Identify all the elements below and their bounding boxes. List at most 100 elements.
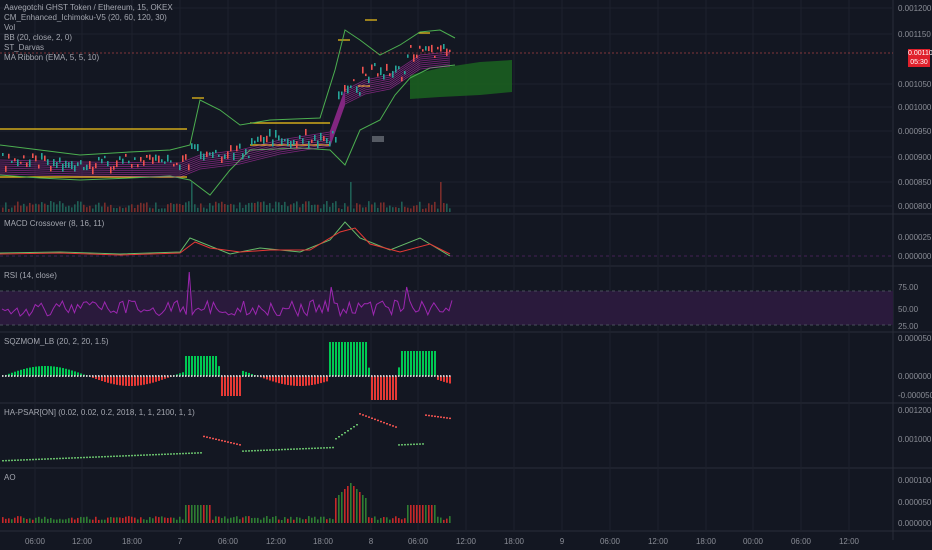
candle xyxy=(173,163,175,167)
indicator-bollinger[interactable]: BB (20, close, 2, 0) xyxy=(4,33,173,43)
rsi-legend[interactable]: RSI (14, close) xyxy=(4,271,57,281)
psar-dot xyxy=(350,428,352,430)
candle xyxy=(413,54,415,62)
chart-canvas[interactable]: 06:00 12:00 18:00 7 06:00 12:00 18:00 8 06:00 12:… xyxy=(0,0,932,550)
ao-bar xyxy=(143,519,145,523)
psar-dot xyxy=(305,447,307,450)
squeeze-bar xyxy=(131,376,133,386)
indicator-ma-ribbon[interactable]: MA Ribbon (EMA, 5, 5, 10) xyxy=(4,53,173,63)
ao-bar xyxy=(341,492,343,523)
squeeze-dot xyxy=(329,375,331,377)
macd-legend[interactable]: MACD Crossover (8, 16, 11) xyxy=(4,219,104,229)
squeeze-bar xyxy=(395,376,397,400)
squeeze-bar xyxy=(365,342,367,376)
psar-dot xyxy=(212,437,214,440)
time-axis-label: 12:00 xyxy=(456,537,477,546)
volume-bar xyxy=(194,204,196,212)
psar-dot xyxy=(365,415,367,417)
volume-bar xyxy=(11,207,13,212)
volume-bar xyxy=(35,203,37,212)
indicator-volume[interactable]: Vol xyxy=(4,23,173,33)
volume-bar xyxy=(71,207,73,212)
candle xyxy=(104,155,106,159)
ao-bar xyxy=(38,516,40,523)
time-axis-label: 18:00 xyxy=(504,537,525,546)
ao-bar xyxy=(131,516,133,523)
ao-bar xyxy=(284,517,286,523)
squeeze-bar xyxy=(347,342,349,376)
volume-bar xyxy=(425,208,427,212)
volume-bar xyxy=(107,206,109,212)
volume-bar xyxy=(311,204,313,212)
psar-dot xyxy=(116,455,118,457)
rsi-pane[interactable] xyxy=(0,271,893,326)
volume-bar xyxy=(251,202,253,212)
ao-legend[interactable]: AO xyxy=(4,473,16,483)
candle xyxy=(98,156,100,161)
psar-dot xyxy=(266,449,268,451)
ao-bar xyxy=(380,518,382,523)
macd-pane[interactable] xyxy=(0,221,893,257)
squeeze-bar xyxy=(128,376,130,386)
squeeze-dot xyxy=(260,375,262,377)
psar-dot xyxy=(341,434,343,436)
volume-bar xyxy=(353,208,355,212)
ha-psar-pane[interactable] xyxy=(2,413,451,462)
squeeze-dot xyxy=(293,375,295,377)
squeeze-bar xyxy=(119,376,121,386)
ao-bar xyxy=(137,519,139,523)
psar-dot xyxy=(119,455,121,457)
squeeze-dot xyxy=(107,375,109,377)
volume-bar xyxy=(335,201,337,212)
ao-bar xyxy=(320,516,322,523)
candle xyxy=(365,73,367,77)
psar-dot xyxy=(398,444,400,446)
volume-bar xyxy=(29,202,31,212)
volume-bar xyxy=(65,206,67,212)
squeeze-dot xyxy=(212,375,214,377)
ao-bar xyxy=(374,516,376,523)
psar-dot xyxy=(158,453,160,456)
psar-dot xyxy=(329,446,331,449)
awesome-oscillator-pane[interactable] xyxy=(2,483,451,523)
candle xyxy=(203,153,205,161)
ao-bar xyxy=(254,517,256,523)
indicator-darvas[interactable]: ST_Darvas xyxy=(4,43,173,53)
volume-bar xyxy=(143,203,145,212)
candle xyxy=(260,135,262,142)
psar-dot xyxy=(428,414,430,417)
squeeze-bar xyxy=(278,376,280,384)
psar-dot xyxy=(431,415,433,417)
volume-bar xyxy=(296,201,298,212)
ao-bar xyxy=(203,505,205,523)
squeeze-dot xyxy=(332,375,334,377)
ao-bar xyxy=(104,519,106,523)
psar-dot xyxy=(32,458,34,461)
candle xyxy=(350,85,352,89)
squeeze-bar xyxy=(227,376,229,396)
psar-dot xyxy=(374,418,376,421)
ao-bar xyxy=(185,505,187,523)
squeeze-bar xyxy=(371,376,373,400)
psar-legend[interactable]: HA-PSAR[ON] (0.02, 0.02, 0.2, 2018, 1, 1… xyxy=(4,408,195,418)
candle xyxy=(407,54,409,58)
indicator-ichimoku[interactable]: CM_Enhanced_Ichimoku-V5 (20, 60, 120, 30… xyxy=(4,13,173,23)
volume-bar xyxy=(395,207,397,212)
sqzmom-legend[interactable]: SQZMOM_LB (20, 2, 20, 1.5) xyxy=(4,337,108,347)
price-axis-label: 0.001150 xyxy=(898,30,931,39)
candle xyxy=(158,155,160,163)
squeeze-dot xyxy=(245,375,247,377)
squeeze-bar xyxy=(233,376,235,396)
psar-dot xyxy=(383,421,385,424)
volume-bar xyxy=(341,208,343,212)
volume-bar xyxy=(146,202,148,212)
squeeze-bar xyxy=(188,356,190,376)
ao-bar xyxy=(65,519,67,523)
candle xyxy=(242,153,244,160)
psar-dot xyxy=(161,453,163,456)
ao-bar xyxy=(350,483,352,523)
psar-dot xyxy=(362,414,364,416)
candle xyxy=(2,153,4,156)
squeeze-momentum-pane[interactable] xyxy=(2,342,451,400)
squeeze-bar xyxy=(224,376,226,396)
